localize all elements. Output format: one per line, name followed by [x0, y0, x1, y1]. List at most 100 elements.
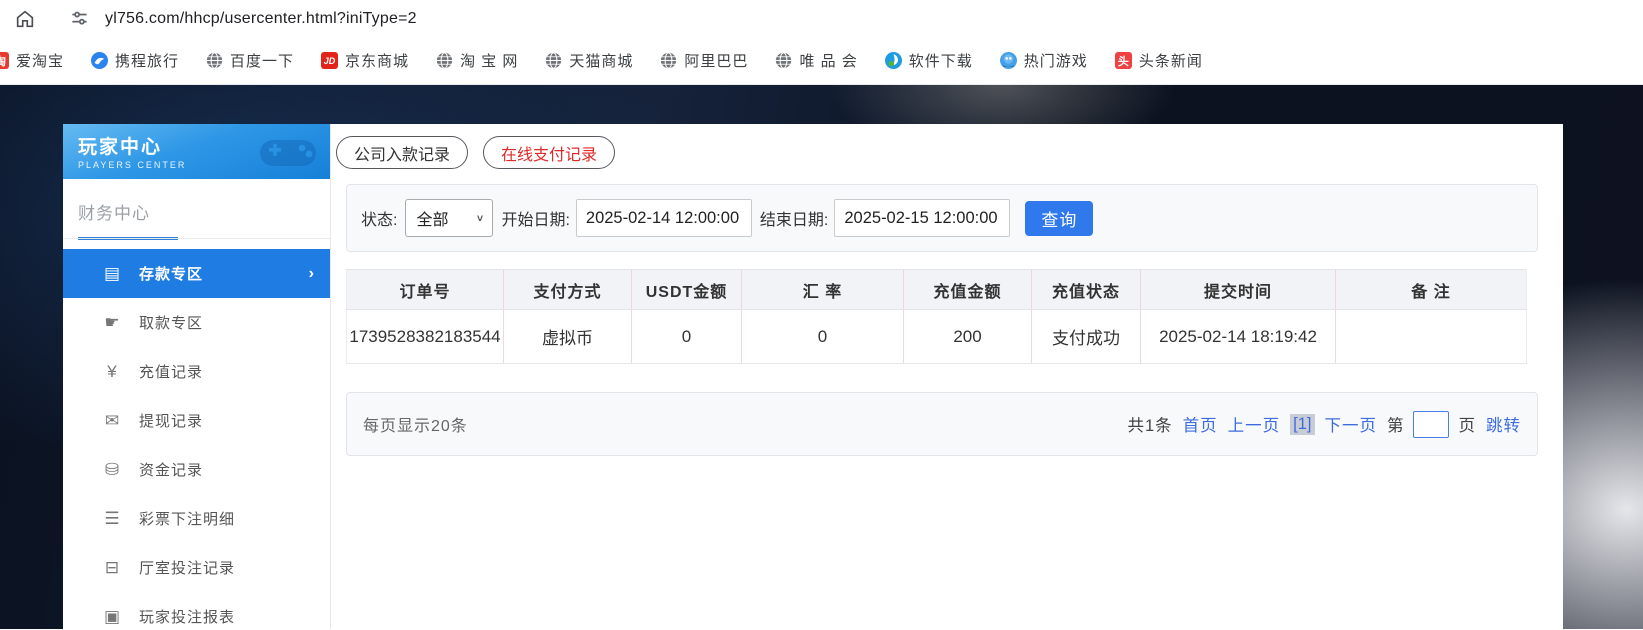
sidebar-item-资金记录[interactable]: ⛁ 资金记录 [63, 445, 330, 494]
page-jump-input[interactable] [1412, 410, 1449, 438]
globe-icon [775, 52, 792, 69]
bookmark-item[interactable]: 淘 宝 网 [436, 50, 518, 71]
table-cell: 2025-02-14 18:19:42 [1140, 309, 1336, 364]
globe-icon [660, 52, 677, 69]
filter-bar: 状态: 全部 ∨ 开始日期: 结束日期: 查询 [346, 184, 1538, 252]
sidebar-item-玩家投注报表[interactable]: ▣ 玩家投注报表 [63, 592, 330, 629]
jump-suffix-label: 页 [1458, 417, 1476, 435]
software-icon [884, 52, 902, 69]
column-header: USDT金额 [631, 269, 742, 310]
globe-icon [436, 52, 453, 69]
record-tabs: 公司入款记录 在线支付记录 [336, 136, 1563, 169]
table-cell [1335, 309, 1527, 364]
sidebar-item-取款专区[interactable]: ☛ 取款专区 [63, 298, 330, 347]
page-background: 玩家中心 PLAYERS CENTER 财务中心 ▤ 存款专区 › ☛ 取款专区 ¥ 充值记… [0, 85, 1643, 629]
tab-company-deposit-records[interactable]: 公司入款记录 [336, 136, 469, 169]
game-icon [999, 52, 1017, 69]
globe-icon [545, 52, 562, 69]
sidebar: 玩家中心 PLAYERS CENTER 财务中心 ▤ 存款专区 › ☛ 取款专区 ¥ 充值记… [63, 124, 331, 629]
browser-toolbar: yl756.com/hhcp/usercenter.html?iniType=2 [0, 0, 1643, 37]
sidebar-item-提现记录[interactable]: ✉ 提现记录 [63, 396, 330, 445]
table-row: 1739528382183544 虚拟币 0 0 200 支付成功 2025-02-14 1… [346, 309, 1527, 364]
moneybag-icon: ¥ [107, 361, 117, 381]
table-cell: 0 [741, 309, 904, 364]
pagination-bar: 每页显示20条 共1条 首页 上一页 [1] 下一页 第 页 跳转 [346, 392, 1538, 456]
sidebar-item-label: 资金记录 [139, 462, 204, 479]
search-button[interactable]: 查询 [1025, 200, 1094, 236]
tab-online-payment-records[interactable]: 在线支付记录 [483, 136, 616, 169]
banknote-icon: ✉ [104, 410, 120, 430]
column-header: 支付方式 [503, 269, 632, 310]
bookmark-item[interactable]: 软件下载 [884, 50, 973, 71]
bookmark-label: 唯 品 会 [799, 53, 858, 70]
sidebar-header: 玩家中心 PLAYERS CENTER [63, 124, 330, 179]
table-cell: 200 [903, 309, 1032, 364]
bookmark-label: 淘 宝 网 [460, 53, 519, 70]
content-wrapper: 玩家中心 PLAYERS CENTER 财务中心 ▤ 存款专区 › ☛ 取款专区 ¥ 充值记… [63, 124, 1563, 629]
table-cell: 虚拟币 [503, 309, 632, 364]
column-header: 提交时间 [1140, 269, 1336, 310]
bookmark-item[interactable]: JD 京东商城 [321, 50, 409, 71]
taobao-icon: 淘 [0, 52, 9, 69]
bookmark-item[interactable]: 唯 品 会 [775, 50, 857, 71]
sidebar-item-label: 厅室投注记录 [139, 560, 236, 577]
page-size-text: 每页显示20条 [363, 418, 468, 435]
sidebar-section: 财务中心 [63, 179, 330, 240]
bookmark-item[interactable]: 淘爱淘宝 [0, 50, 64, 71]
sidebar-item-label: 彩票下注明细 [139, 511, 236, 528]
status-select-value: 全部 [416, 212, 449, 229]
funds-icon: ⛁ [104, 459, 120, 479]
bookmark-item[interactable]: 热门游戏 [999, 50, 1088, 71]
bookmark-label: 爱淘宝 [16, 53, 65, 70]
bookmark-label: 头条新闻 [1138, 53, 1203, 70]
main-panel: 公司入款记录 在线支付记录 状态: 全部 ∨ 开始日期: 结束日期: 查询 订单… [331, 124, 1563, 629]
next-page-link[interactable]: 下一页 [1325, 412, 1378, 436]
home-icon[interactable] [14, 8, 36, 30]
start-date-input[interactable] [575, 199, 752, 237]
jump-prefix-label: 第 [1387, 417, 1405, 435]
lottery-list-icon: ☰ [104, 508, 120, 528]
status-select[interactable]: 全部 ∨ [405, 199, 494, 237]
bookmark-item[interactable]: 天猫商城 [545, 50, 633, 71]
prev-page-link[interactable]: 上一页 [1228, 412, 1281, 436]
bookmark-label: 热门游戏 [1023, 53, 1088, 70]
deposit-card-icon: ▤ [103, 263, 121, 283]
page-jump-button[interactable]: 跳转 [1486, 412, 1521, 436]
bookmark-item[interactable]: 百度一下 [206, 50, 294, 71]
site-settings-tune-icon[interactable] [70, 9, 89, 28]
address-bar-url[interactable]: yl756.com/hhcp/usercenter.html?iniType=2 [105, 10, 417, 28]
end-date-label: 结束日期: [759, 212, 829, 229]
total-count-text: 共1条 [1127, 417, 1173, 435]
sidebar-item-label: 玩家投注报表 [139, 609, 236, 626]
status-label: 状态: [361, 212, 398, 229]
hall-bet-list-icon: ⊟ [104, 557, 120, 577]
gamepad-icon [260, 140, 316, 166]
column-header: 充值金额 [903, 269, 1032, 310]
chevron-right-icon: › [308, 264, 314, 282]
end-date-input[interactable] [834, 199, 1011, 237]
bookmark-label: 百度一下 [230, 53, 295, 70]
bet-report-icon: ▣ [103, 606, 121, 626]
bookmark-item[interactable]: 头头条新闻 [1114, 50, 1203, 71]
chevron-down-icon: ∨ [475, 212, 485, 224]
column-header: 订单号 [346, 269, 504, 310]
current-page-indicator: [1] [1290, 413, 1315, 435]
column-header: 汇 率 [741, 269, 904, 310]
first-page-link[interactable]: 首页 [1183, 412, 1218, 436]
section-divider [63, 238, 330, 239]
sidebar-item-label: 存款专区 [139, 266, 204, 283]
sidebar-item-充值记录[interactable]: ¥ 充值记录 [63, 347, 330, 396]
ctrip-icon [91, 52, 109, 69]
table-body: 1739528382183544 虚拟币 0 0 200 支付成功 2025-02-14 1… [346, 309, 1527, 364]
sidebar-item-存款专区[interactable]: ▤ 存款专区 › [63, 249, 330, 298]
start-date-label: 开始日期: [501, 212, 570, 229]
bookmark-label: 携程旅行 [115, 53, 180, 70]
bookmark-item[interactable]: 阿里巴巴 [660, 50, 748, 71]
sidebar-item-厅室投注记录[interactable]: ⊟ 厅室投注记录 [63, 543, 330, 592]
column-header: 备 注 [1335, 269, 1527, 310]
globe-icon [206, 52, 223, 69]
sidebar-menu: ▤ 存款专区 › ☛ 取款专区 ¥ 充值记录 ✉ 提现记录 ⛁ 资金记录 ☰ 彩票下注明细 ⊟ 厅室投注记录… [63, 249, 330, 629]
bookmark-item[interactable]: 携程旅行 [91, 50, 179, 71]
table-cell: 1739528382183544 [346, 309, 504, 364]
sidebar-item-彩票下注明细[interactable]: ☰ 彩票下注明细 [63, 494, 330, 543]
